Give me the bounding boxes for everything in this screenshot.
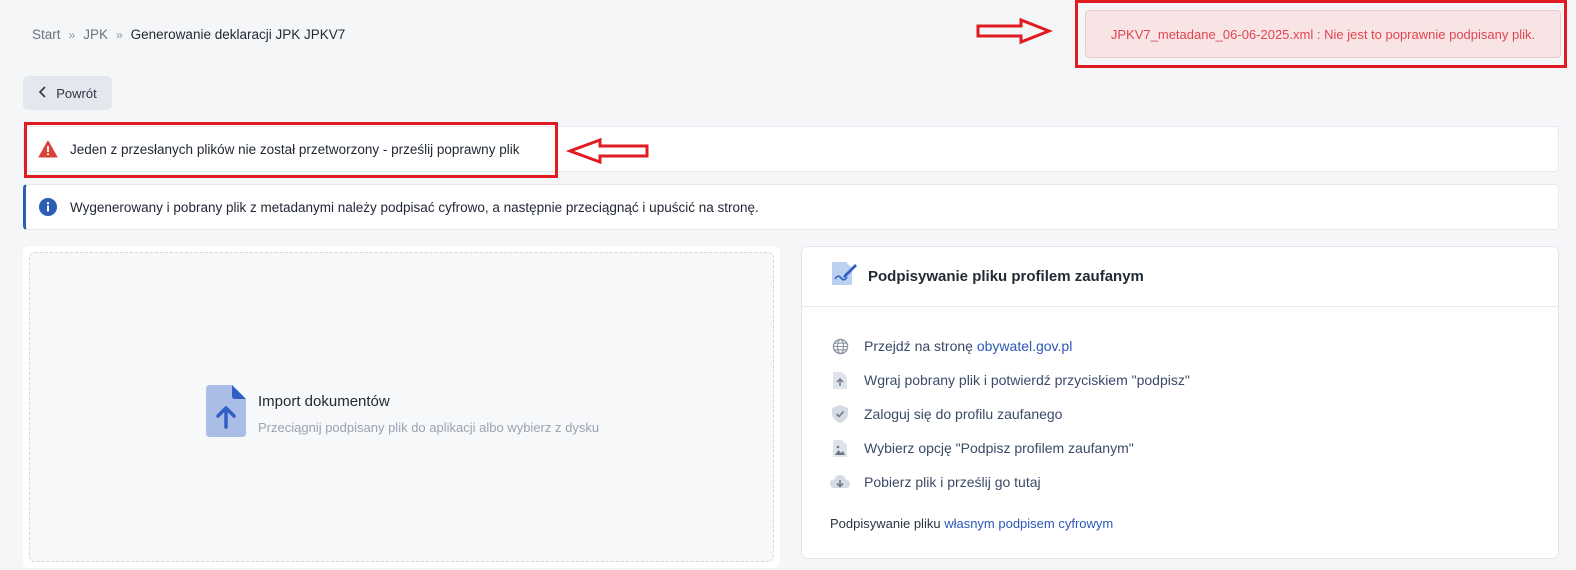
import-title: Import dokumentów [258, 392, 390, 410]
info-icon [38, 197, 58, 217]
sign-step: Pobierz plik i prześlij go tutaj [830, 465, 1190, 499]
breadcrumb-current: Generowanie deklaracji JPK JPKV7 [130, 27, 346, 42]
sign-card: Podpisywanie pliku profilem zaufanym Prz… [801, 246, 1559, 559]
file-dropzone[interactable]: Import dokumentów Przeciągnij podpisany … [29, 252, 774, 562]
sign-step: Wybierz opcję "Podpisz profilem zaufanym… [830, 431, 1190, 465]
sign-card-header: Podpisywanie pliku profilem zaufanym [802, 247, 1558, 307]
breadcrumb-separator-icon: » [115, 27, 123, 42]
info-alert-text: Wygenerowany i pobrany plik z metadanymi… [70, 199, 759, 215]
error-toast: JPKV7_metadane_06-06-2025.xml : Nie jest… [1085, 10, 1561, 58]
import-content: Import dokumentów Przeciągnij podpisany … [206, 385, 599, 442]
breadcrumb-start[interactable]: Start [32, 27, 61, 42]
sign-step-text: Przejdź na stronę [864, 338, 977, 354]
file-image-icon [830, 438, 850, 458]
toast-message: JPKV7_metadane_06-06-2025.xml : Nie jest… [1110, 26, 1536, 42]
sign-footer: Podpisywanie pliku własnym podpisem cyfr… [830, 516, 1113, 531]
back-button-label: Powrót [56, 85, 97, 101]
sign-step: Przejdź na stronę obywatel.gov.pl [830, 329, 1190, 363]
globe-icon [830, 336, 850, 356]
breadcrumb-jpk[interactable]: JPK [83, 27, 108, 42]
annotation-arrow-right-icon [976, 17, 1053, 45]
sign-step-text: Zaloguj się do profilu zaufanego [864, 406, 1063, 422]
own-signature-link[interactable]: własnym podpisem cyfrowym [944, 516, 1113, 531]
error-annotation-frame [24, 122, 558, 178]
import-card: Import dokumentów Przeciągnij podpisany … [23, 246, 780, 568]
sign-step-text: Wybierz opcję "Podpisz profilem zaufanym… [864, 440, 1134, 456]
import-subtitle: Przeciągnij podpisany plik do aplikacji … [258, 419, 600, 435]
shield-check-icon [830, 404, 850, 424]
annotation-arrow-left-icon [566, 137, 649, 165]
obywatel-link[interactable]: obywatel.gov.pl [977, 338, 1072, 354]
breadcrumb: Start » JPK » Generowanie deklaracji JPK… [32, 27, 345, 42]
back-button[interactable]: Powrót [23, 76, 112, 110]
sign-step: Zaloguj się do profilu zaufanego [830, 397, 1190, 431]
signature-edit-icon [830, 261, 858, 292]
sign-step-text: Pobierz plik i prześlij go tutaj [864, 474, 1041, 490]
sign-footer-text: Podpisywanie pliku [830, 516, 945, 531]
info-alert: Wygenerowany i pobrany plik z metadanymi… [23, 184, 1559, 230]
sign-steps-list: Przejdź na stronę obywatel.gov.pl Wgraj … [830, 329, 1190, 499]
sign-step-text: Wgraj pobrany plik i potwierdź przyciski… [864, 372, 1190, 388]
file-upload-icon [206, 385, 246, 442]
chevron-left-icon [38, 85, 48, 101]
cloud-download-icon [830, 472, 850, 492]
sign-card-title: Podpisywanie pliku profilem zaufanym [868, 268, 1144, 285]
breadcrumb-separator-icon: » [68, 27, 76, 42]
file-upload-icon [830, 370, 850, 390]
sign-step: Wgraj pobrany plik i potwierdź przyciski… [830, 363, 1190, 397]
